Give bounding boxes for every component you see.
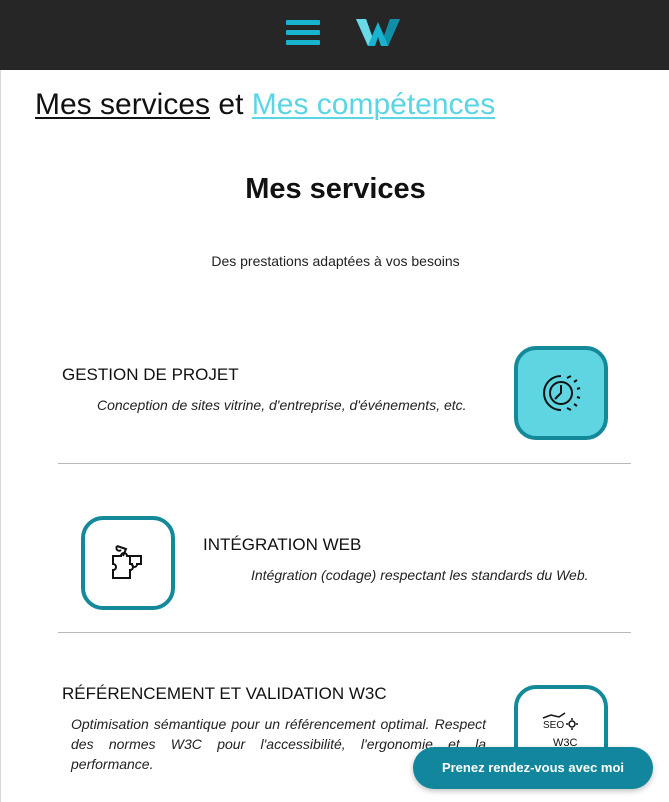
divider [58, 463, 631, 464]
main-content: Mes services et Mes compétences Mes serv… [0, 70, 669, 802]
service-description: Conception de sites vitrine, d'entrepris… [97, 397, 467, 413]
toggle-separator: et [218, 88, 244, 121]
service-title: RÉFÉRENCEMENT ET VALIDATION W3C [62, 684, 387, 703]
top-navbar [0, 0, 669, 70]
puzzle-icon [81, 516, 175, 610]
divider [58, 632, 631, 633]
service-description: Intégration (codage) respectant les stan… [251, 567, 589, 583]
book-appointment-button[interactable]: Prenez rendez-vous avec moi [413, 747, 653, 789]
service-title: GESTION DE PROJET [62, 365, 239, 384]
service-title: INTÉGRATION WEB [203, 535, 362, 554]
svg-text:SEO: SEO [543, 720, 564, 731]
skills-toggle-link[interactable]: Mes compétences [252, 88, 495, 121]
hamburger-menu-icon[interactable] [286, 20, 320, 46]
section-toggle: Mes services et Mes compétences [35, 88, 495, 122]
page-title: Mes services [245, 173, 426, 205]
services-toggle-link[interactable]: Mes services [35, 88, 210, 121]
page-subtitle: Des prestations adaptées à vos besoins [211, 253, 460, 269]
clock-gear-icon [514, 346, 608, 440]
wm-logo-icon[interactable] [354, 16, 402, 48]
